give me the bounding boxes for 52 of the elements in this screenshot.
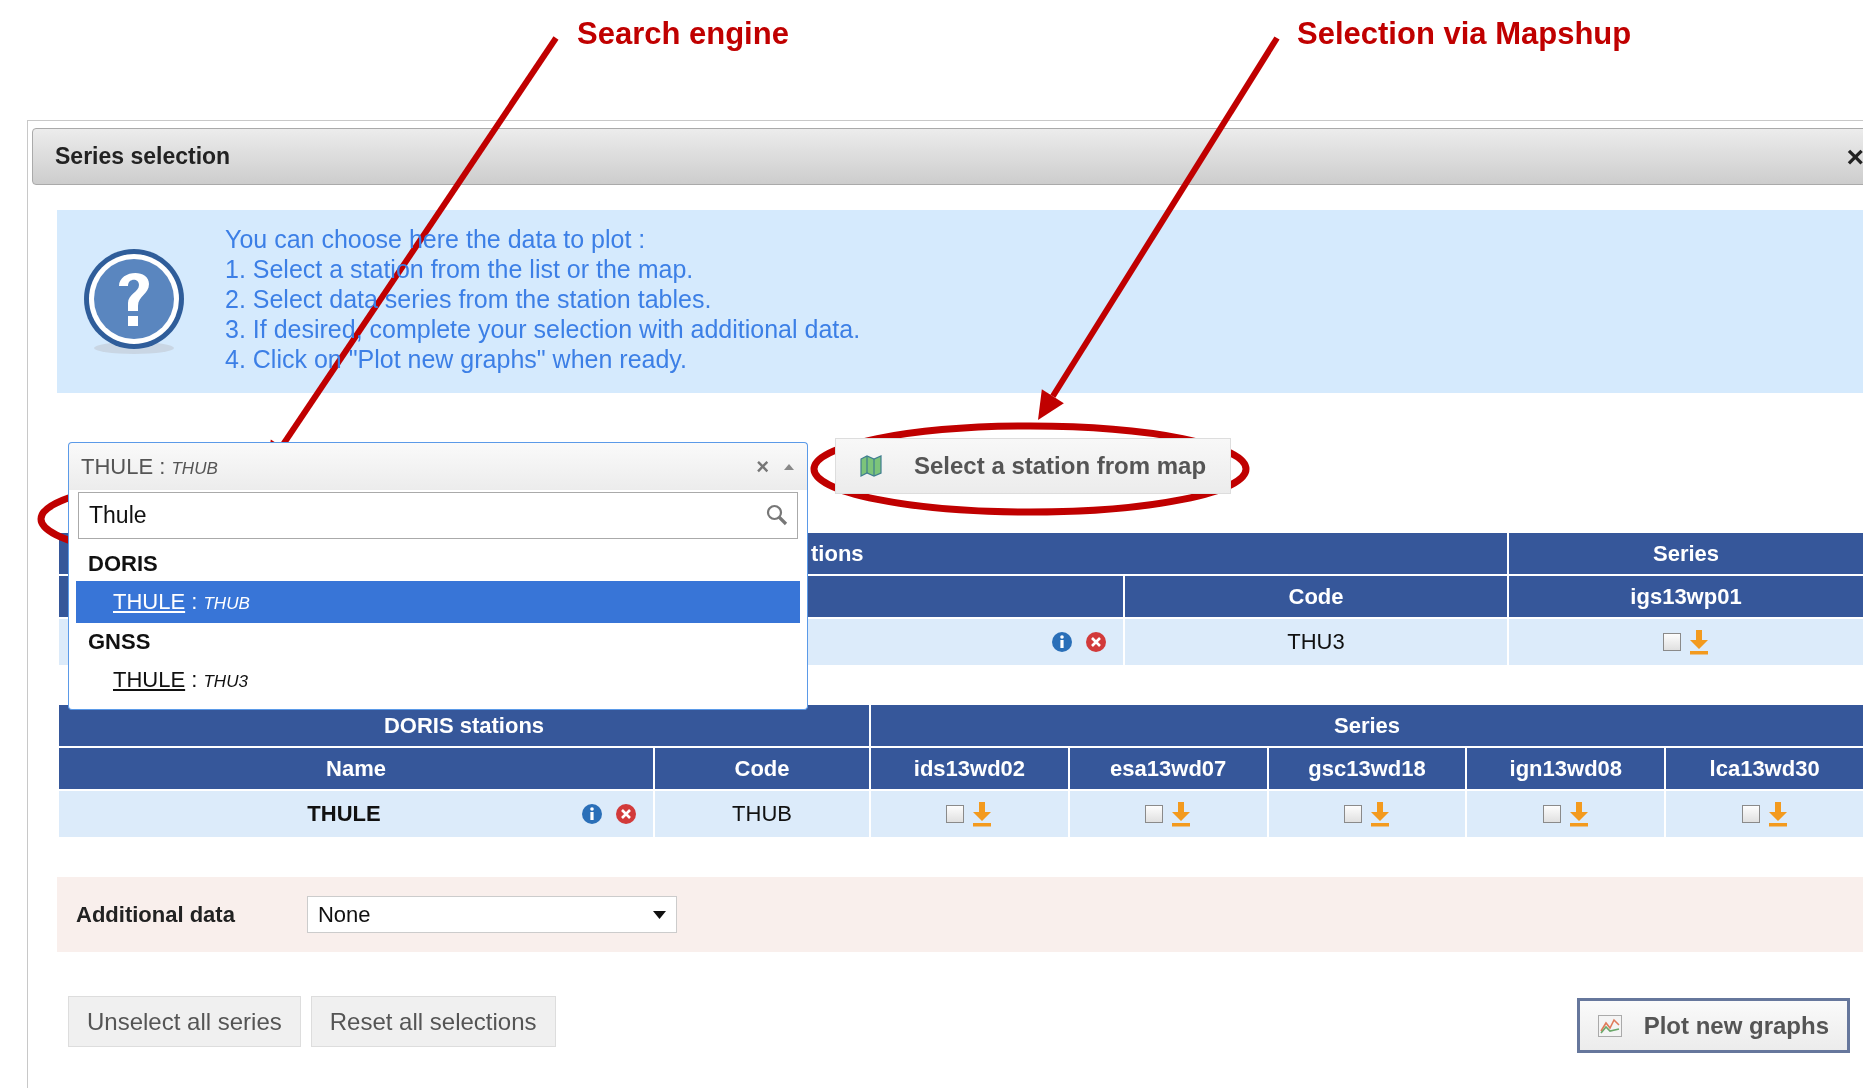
station-name: THULE	[306, 801, 382, 827]
table-cell: THUB	[654, 790, 870, 838]
column-header: igs13wp01	[1508, 575, 1863, 618]
column-header: esa13wd07	[1068, 747, 1268, 790]
info-icon[interactable]	[581, 803, 603, 825]
download-icon[interactable]	[972, 801, 993, 827]
column-header: Series	[870, 705, 1863, 747]
action-button[interactable]: Unselect all series	[68, 996, 301, 1047]
checkbox[interactable]	[1663, 633, 1681, 651]
column-header: gsc13wd18	[1267, 747, 1467, 790]
column-header: Code	[1124, 575, 1508, 618]
column-header: Series	[1508, 533, 1863, 575]
chart-icon	[1597, 1014, 1622, 1037]
info-icon[interactable]	[1051, 631, 1073, 653]
station-option[interactable]: THULE : THU3	[76, 659, 800, 701]
download-icon[interactable]	[1568, 801, 1589, 827]
checkbox[interactable]	[1344, 805, 1362, 823]
station-option[interactable]: THULE : THUB	[76, 581, 800, 623]
annotation-label: Search engine	[577, 16, 789, 52]
checkbox[interactable]	[946, 805, 965, 823]
map-icon	[860, 455, 882, 477]
column-header: lca13wd30	[1665, 747, 1863, 790]
dialog-title: Series selection	[55, 143, 231, 170]
collapse-icon[interactable]	[783, 462, 795, 471]
download-icon[interactable]	[1171, 801, 1192, 827]
annotation-label: Selection via Mapshup	[1297, 16, 1632, 52]
help-text: 2. Select data series from the station tables.	[225, 283, 713, 314]
search-icon	[766, 504, 788, 526]
checkbox[interactable]	[1741, 805, 1760, 823]
checkbox[interactable]	[1542, 805, 1561, 823]
dropdown-arrow-icon	[652, 910, 666, 919]
column-header: Code	[654, 747, 870, 790]
column-header: ign13wd08	[1466, 747, 1666, 790]
column-header: Name	[58, 747, 654, 790]
checkbox[interactable]	[1145, 805, 1164, 823]
field-label: Additional data	[76, 901, 235, 928]
action-button[interactable]: Reset all selections	[310, 996, 556, 1047]
column-header: ids13wd02	[870, 747, 1069, 790]
group-label: GNSS	[87, 628, 152, 656]
help-icon	[81, 247, 187, 356]
remove-icon[interactable]	[615, 803, 637, 825]
remove-icon[interactable]	[1085, 631, 1107, 653]
map-button[interactable]: Select a station from map	[835, 438, 1232, 494]
download-icon[interactable]	[1767, 801, 1788, 827]
close-button[interactable]: ×	[1846, 141, 1863, 172]
additional-data-dropdown[interactable]: None	[306, 896, 677, 933]
download-icon[interactable]	[1370, 801, 1390, 827]
plot-graphs-button[interactable]: Plot new graphs	[1576, 998, 1850, 1053]
download-icon[interactable]	[1689, 629, 1709, 655]
clear-button[interactable]: ×	[756, 453, 769, 480]
selected-station: THULE : THUB	[81, 453, 219, 480]
table-cell: THU3	[1124, 618, 1508, 666]
